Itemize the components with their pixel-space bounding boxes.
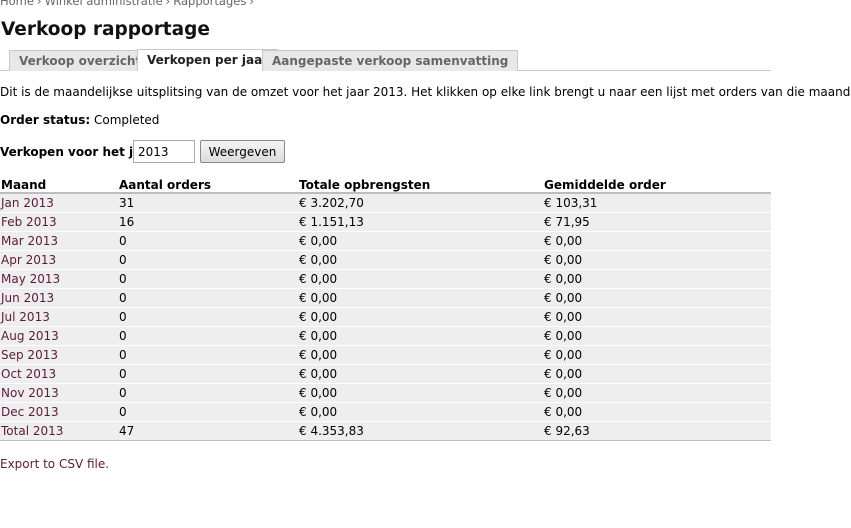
month-link[interactable]: Oct 2013 [1,367,56,381]
month-link[interactable]: Sep 2013 [1,348,58,362]
average-order: € 0,00 [543,345,771,365]
header-order-count: Aantal orders [118,175,298,194]
table-total-row: Total 2013 47 € 4.353,83 € 92,63 [0,421,771,441]
order-count: 31 [118,193,298,213]
average-order: € 0,00 [543,402,771,422]
average-order: € 71,95 [543,212,771,232]
month-link[interactable]: Feb 2013 [1,215,57,229]
breadcrumb-separator: › [249,0,254,8]
order-count: 16 [118,212,298,232]
header-average-order: Gemiddelde order [543,175,771,194]
revenue: € 0,00 [298,326,543,346]
order-count: 0 [118,383,298,403]
average-order: € 0,00 [543,231,771,251]
order-count: 0 [118,345,298,365]
revenue: € 0,00 [298,288,543,308]
breadcrumb: Home › Winkel administratie › Rapportages › [0,0,257,8]
order-count: 0 [118,364,298,384]
breadcrumb-separator: › [36,0,42,8]
revenue: € 0,00 [298,402,543,422]
tab-sales-overview[interactable]: Verkoop overzicht [9,50,152,71]
table-row: Nov 2013 0 € 0,00 € 0,00 [0,383,771,403]
order-count: 0 [118,402,298,422]
table-row: Dec 2013 0 € 0,00 € 0,00 [0,402,771,422]
average-order: € 103,31 [543,193,771,213]
page-title: Verkoop rapportage [1,19,210,40]
export-section: Export to CSV file. [0,457,109,471]
revenue: € 0,00 [298,307,543,327]
total-order-count: 47 [118,421,298,441]
total-revenue: € 4.353,83 [298,421,543,441]
average-order: € 0,00 [543,269,771,289]
order-status: Order status: Completed [0,113,159,127]
table-row: Jul 2013 0 € 0,00 € 0,00 [0,307,771,327]
breadcrumb-separator: › [165,0,171,8]
table-header-row: Maand Aantal orders Totale opbrengsten G… [0,175,771,194]
revenue: € 3.202,70 [298,193,543,213]
revenue: € 0,00 [298,345,543,365]
revenue: € 0,00 [298,269,543,289]
order-count: 0 [118,326,298,346]
average-order: € 0,00 [543,364,771,384]
report-tabs: Verkoop overzicht Verkopen per jaar Aang… [0,49,771,71]
breadcrumb-home[interactable]: Home [0,0,34,8]
order-status-value: Completed [93,113,160,127]
order-count: 0 [118,288,298,308]
breadcrumb-shop-admin[interactable]: Winkel administratie [45,0,163,8]
show-button[interactable]: Weergeven [200,140,285,163]
order-status-label: Order status: [0,113,91,127]
month-link[interactable]: Aug 2013 [1,329,59,343]
month-link[interactable]: Jan 2013 [1,196,54,210]
table-row: May 2013 0 € 0,00 € 0,00 [0,269,771,289]
header-total-revenue: Totale opbrengsten [298,175,543,194]
revenue: € 1.151,13 [298,212,543,232]
year-input[interactable] [133,140,195,163]
average-order: € 0,00 [543,383,771,403]
table-row: Jun 2013 0 € 0,00 € 0,00 [0,288,771,308]
sales-table: Maand Aantal orders Totale opbrengsten G… [0,175,771,441]
order-count: 0 [118,231,298,251]
table-row: Feb 2013 16 € 1.151,13 € 71,95 [0,212,771,232]
month-link[interactable]: Mar 2013 [1,234,58,248]
order-count: 0 [118,250,298,270]
total-average-order: € 92,63 [543,421,771,441]
month-link[interactable]: Nov 2013 [1,386,59,400]
month-link[interactable]: Jun 2013 [1,291,54,305]
revenue: € 0,00 [298,250,543,270]
table-row: Jan 2013 31 € 3.202,70 € 103,31 [0,193,771,213]
month-link[interactable]: May 2013 [1,272,60,286]
average-order: € 0,00 [543,288,771,308]
order-count: 0 [118,307,298,327]
revenue: € 0,00 [298,383,543,403]
month-link[interactable]: Dec 2013 [1,405,59,419]
average-order: € 0,00 [543,250,771,270]
header-month: Maand [0,175,118,194]
table-row: Oct 2013 0 € 0,00 € 0,00 [0,364,771,384]
table-row: Apr 2013 0 € 0,00 € 0,00 [0,250,771,270]
average-order: € 0,00 [543,326,771,346]
average-order: € 0,00 [543,307,771,327]
tab-custom-sales-summary[interactable]: Aangepaste verkoop samenvatting [262,50,519,71]
export-csv-link[interactable]: Export to CSV file. [0,457,109,471]
intro-text: Dit is de maandelijkse uitsplitsing van … [0,85,851,99]
month-link[interactable]: Apr 2013 [1,253,56,267]
breadcrumb-reports[interactable]: Rapportages [173,0,246,8]
table-row: Sep 2013 0 € 0,00 € 0,00 [0,345,771,365]
table-row: Aug 2013 0 € 0,00 € 0,00 [0,326,771,346]
month-link[interactable]: Jul 2013 [1,310,50,324]
revenue: € 0,00 [298,364,543,384]
order-count: 0 [118,269,298,289]
total-year-link[interactable]: Total 2013 [1,424,63,438]
revenue: € 0,00 [298,231,543,251]
table-row: Mar 2013 0 € 0,00 € 0,00 [0,231,771,251]
tab-sales-per-year[interactable]: Verkopen per jaar [137,49,279,71]
